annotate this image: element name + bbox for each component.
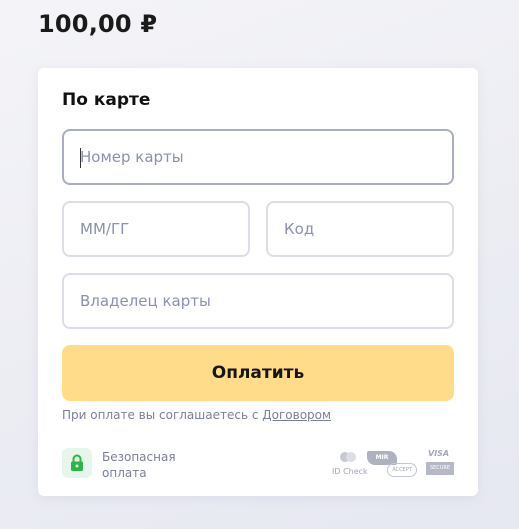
cvc-field[interactable] <box>266 201 454 257</box>
mir-accept-label: ACCEPT <box>387 463 417 477</box>
agreement-prefix: При оплате вы соглашаетесь с <box>62 408 263 422</box>
text-caret <box>80 148 81 168</box>
id-check-label: ID Check <box>332 467 368 476</box>
card-number-field[interactable] <box>62 129 454 185</box>
mir-accept-logo: MIR ACCEPT <box>367 451 417 481</box>
lock-badge <box>62 448 92 478</box>
visa-secure-label: SECURE <box>426 462 454 475</box>
secure-payment-label: Безопасная оплата <box>102 450 176 480</box>
mastercard-id-check-logo: ID Check <box>330 448 370 482</box>
agreement-link[interactable]: Договором <box>262 408 331 422</box>
form-title: По карте <box>62 90 151 110</box>
lock-icon <box>71 454 83 471</box>
card-holder-field[interactable] <box>62 273 454 329</box>
mastercard-circle-right <box>346 452 356 462</box>
payment-system-logos: ID Check MIR ACCEPT VISA SECURE <box>330 448 455 484</box>
expiry-input[interactable] <box>64 203 248 255</box>
agreement-text: При оплате вы соглашаетесь с Договором <box>62 408 331 422</box>
pay-button[interactable]: Оплатить <box>62 345 454 401</box>
visa-label: VISA <box>428 449 450 458</box>
card-number-input[interactable] <box>64 131 452 183</box>
card-holder-input[interactable] <box>64 275 452 327</box>
visa-secure-logo: VISA SECURE <box>426 448 454 478</box>
cvc-input[interactable] <box>268 203 452 255</box>
expiry-field[interactable] <box>62 201 250 257</box>
payment-amount: 100,00 ₽ <box>38 10 158 38</box>
payment-card-form: По карте Оплатить При оплате вы соглашае… <box>38 68 478 496</box>
